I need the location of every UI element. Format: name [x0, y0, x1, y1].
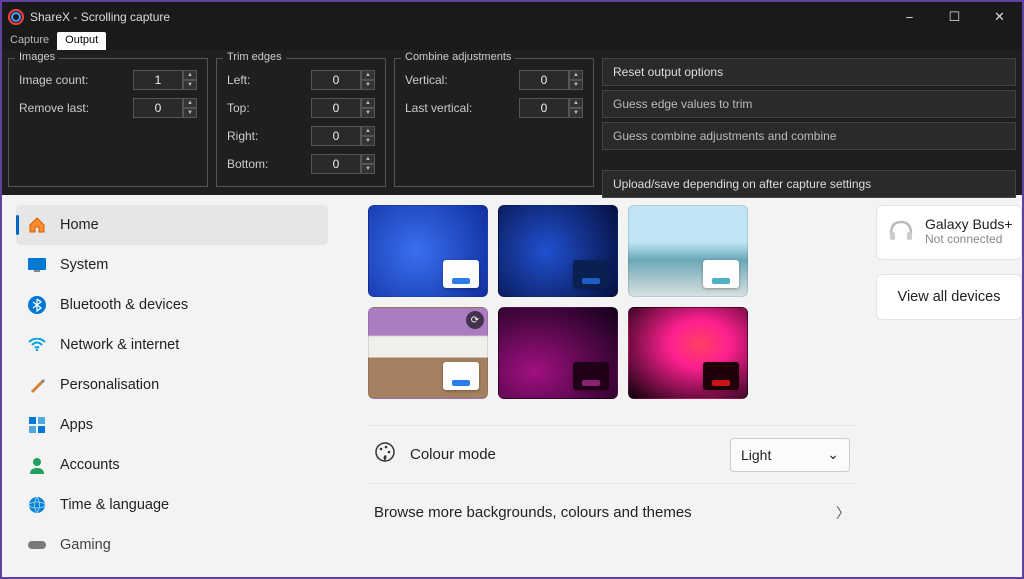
sidebar-item-gaming[interactable]: Gaming — [16, 525, 328, 565]
image-count-stepper[interactable]: ▲▼ — [133, 70, 197, 90]
theme-option-3[interactable] — [628, 205, 748, 297]
remove-last-label: Remove last: — [19, 101, 133, 115]
palette-icon — [374, 441, 396, 468]
trim-top-stepper[interactable]: ▲▼ — [311, 98, 375, 118]
guess-combine-button[interactable]: Guess combine adjustments and combine — [602, 122, 1016, 150]
trim-bottom-label: Bottom: — [227, 157, 311, 171]
gamepad-icon — [28, 536, 46, 554]
home-icon — [28, 216, 46, 234]
trim-edges-fieldset: Trim edges Left: ▲▼ Top: ▲▼ Right: ▲▼ Bo… — [216, 58, 386, 187]
trim-left-stepper[interactable]: ▲▼ — [311, 70, 375, 90]
sidebar-item-label: Time & language — [60, 497, 169, 513]
right-column: Galaxy Buds+ Not connected View all devi… — [872, 195, 1022, 577]
down-icon[interactable]: ▼ — [183, 108, 197, 118]
person-icon — [28, 456, 46, 474]
sidebar-item-network[interactable]: Network & internet — [16, 325, 328, 365]
sidebar-item-time-language[interactable]: Time & language — [16, 485, 328, 525]
sidebar-item-label: Apps — [60, 417, 93, 433]
trim-bottom-stepper[interactable]: ▲▼ — [311, 154, 375, 174]
remove-last-stepper[interactable]: ▲▼ — [133, 98, 197, 118]
tab-capture[interactable]: Capture — [2, 32, 57, 50]
sidebar-item-accounts[interactable]: Accounts — [16, 445, 328, 485]
trim-top-label: Top: — [227, 101, 311, 115]
trim-left-label: Left: — [227, 73, 311, 87]
combine-last-stepper[interactable]: ▲▼ — [519, 98, 583, 118]
minimize-button[interactable]: − — [887, 2, 932, 32]
sidebar-item-bluetooth[interactable]: Bluetooth & devices — [16, 285, 328, 325]
browse-more-label: Browse more backgrounds, colours and the… — [374, 504, 836, 521]
sidebar-item-label: Bluetooth & devices — [60, 297, 188, 313]
view-all-devices-button[interactable]: View all devices — [876, 274, 1022, 320]
images-legend: Images — [15, 51, 59, 63]
paintbrush-icon — [28, 376, 46, 394]
synced-icon: ⟳ — [466, 311, 484, 329]
chevron-down-icon: ⌄ — [827, 446, 839, 463]
colour-mode-row: Colour mode Light ⌄ — [368, 425, 856, 483]
remove-last-input[interactable] — [133, 98, 183, 118]
combine-vertical-label: Vertical: — [405, 73, 519, 87]
sidebar-item-label: Personalisation — [60, 377, 159, 393]
settings-sidebar: Home System Bluetooth & devices Network … — [2, 195, 342, 577]
trim-right-label: Right: — [227, 129, 311, 143]
image-count-label: Image count: — [19, 73, 133, 87]
chevron-right-icon: 〉 — [836, 503, 850, 523]
browse-more-row[interactable]: Browse more backgrounds, colours and the… — [368, 483, 856, 541]
sidebar-item-label: System — [60, 257, 108, 273]
close-button[interactable]: ✕ — [977, 2, 1022, 32]
sidebar-item-home[interactable]: Home — [16, 205, 328, 245]
wifi-icon — [28, 336, 46, 354]
combine-fieldset: Combine adjustments Vertical: ▲▼ Last ve… — [394, 58, 594, 187]
upload-save-button[interactable]: Upload/save depending on after capture s… — [602, 170, 1016, 198]
apps-icon — [28, 416, 46, 434]
headphones-icon — [887, 216, 915, 249]
theme-option-1[interactable] — [368, 205, 488, 297]
combine-legend: Combine adjustments — [401, 51, 515, 63]
sidebar-item-system[interactable]: System — [16, 245, 328, 285]
sharex-logo-icon — [8, 9, 24, 25]
device-card[interactable]: Galaxy Buds+ Not connected — [876, 205, 1022, 260]
device-name: Galaxy Buds+ — [925, 216, 1013, 232]
down-icon[interactable]: ▼ — [183, 80, 197, 90]
titlebar: ShareX - Scrolling capture − ☐ ✕ — [2, 2, 1022, 32]
tab-output[interactable]: Output — [57, 32, 106, 50]
sidebar-item-label: Home — [60, 217, 99, 233]
up-icon[interactable]: ▲ — [183, 70, 197, 80]
globe-icon — [28, 496, 46, 514]
window-title: ShareX - Scrolling capture — [30, 10, 887, 24]
combine-last-label: Last vertical: — [405, 101, 519, 115]
theme-option-5[interactable] — [498, 307, 618, 399]
colour-mode-select[interactable]: Light ⌄ — [730, 438, 850, 472]
output-panel: Images Image count: ▲▼ Remove last: ▲▼ T… — [2, 50, 1022, 195]
sidebar-item-label: Accounts — [60, 457, 120, 473]
sidebar-item-label: Gaming — [60, 537, 111, 553]
images-fieldset: Images Image count: ▲▼ Remove last: ▲▼ — [8, 58, 208, 187]
trim-legend: Trim edges — [223, 51, 286, 63]
guess-edge-button[interactable]: Guess edge values to trim — [602, 90, 1016, 118]
captured-content: Home System Bluetooth & devices Network … — [2, 195, 1022, 577]
system-icon — [28, 256, 46, 274]
maximize-button[interactable]: ☐ — [932, 2, 977, 32]
device-status: Not connected — [925, 232, 1013, 246]
sidebar-item-apps[interactable]: Apps — [16, 405, 328, 445]
theme-option-6[interactable] — [628, 307, 748, 399]
themes-grid: ⟳ — [368, 205, 856, 399]
trim-right-stepper[interactable]: ▲▼ — [311, 126, 375, 146]
image-count-input[interactable] — [133, 70, 183, 90]
settings-main: ⟳ Colour mode Light ⌄ Browse more backgr… — [342, 195, 872, 577]
combine-vertical-stepper[interactable]: ▲▼ — [519, 70, 583, 90]
up-icon[interactable]: ▲ — [183, 98, 197, 108]
action-buttons-column: Reset output options Guess edge values t… — [602, 58, 1016, 187]
theme-option-4[interactable]: ⟳ — [368, 307, 488, 399]
tabs-row: Capture Output — [2, 32, 1022, 50]
theme-option-2[interactable] — [498, 205, 618, 297]
reset-output-button[interactable]: Reset output options — [602, 58, 1016, 86]
sidebar-item-personalisation[interactable]: Personalisation — [16, 365, 328, 405]
bluetooth-icon — [28, 296, 46, 314]
colour-mode-value: Light — [741, 447, 771, 463]
sidebar-item-label: Network & internet — [60, 337, 179, 353]
colour-mode-label: Colour mode — [410, 446, 730, 463]
